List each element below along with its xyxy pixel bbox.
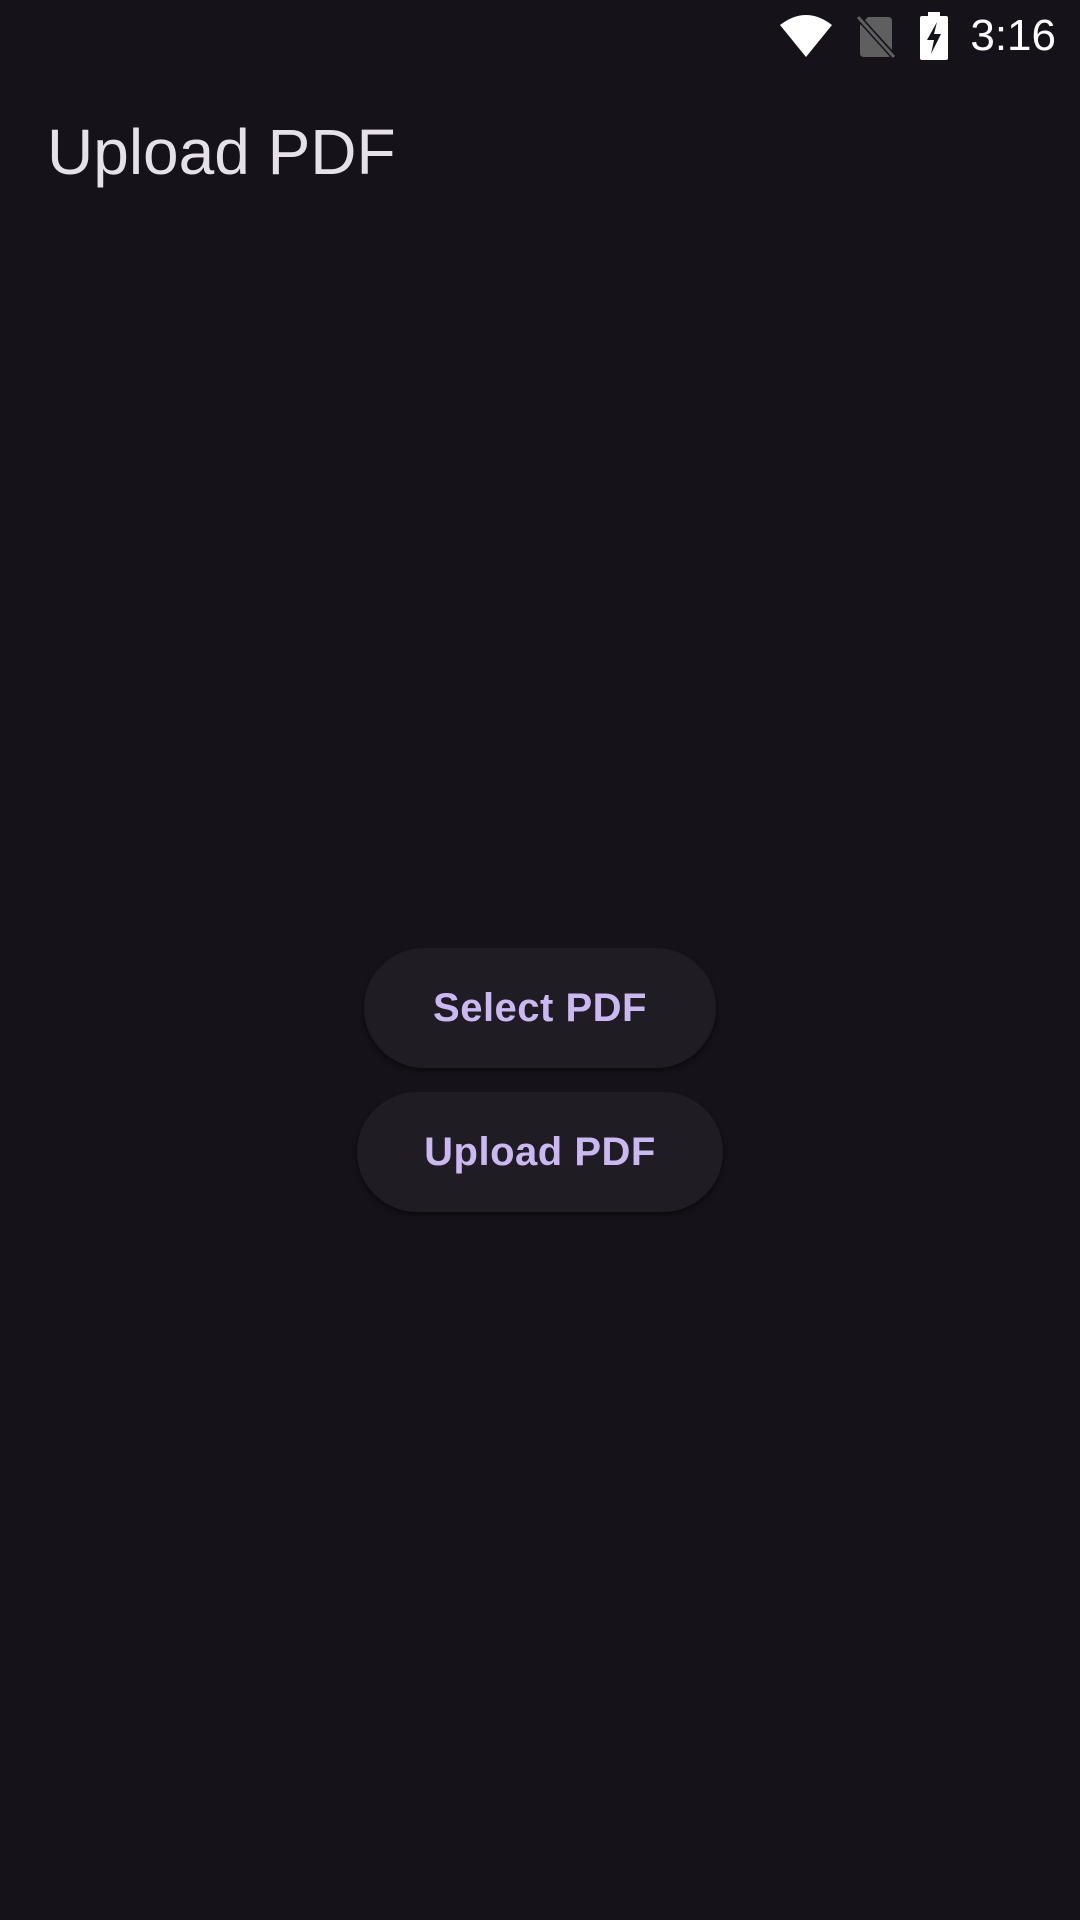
- upload-pdf-button[interactable]: Upload PDF: [357, 1092, 723, 1212]
- battery-charging-icon: [920, 12, 949, 60]
- action-buttons: Select PDF Upload PDF: [0, 948, 1080, 1212]
- no-sim-icon: [856, 14, 899, 59]
- status-time: 3:16: [970, 11, 1056, 60]
- status-bar: 3:16: [0, 0, 1080, 72]
- status-icons: 3:16: [778, 10, 1056, 62]
- page-title: Upload PDF: [47, 116, 396, 188]
- wifi-icon: [780, 15, 833, 57]
- select-pdf-button[interactable]: Select PDF: [364, 948, 716, 1068]
- screen: 3:16 Upload PDF Select PDF Upload PDF: [0, 0, 1080, 1920]
